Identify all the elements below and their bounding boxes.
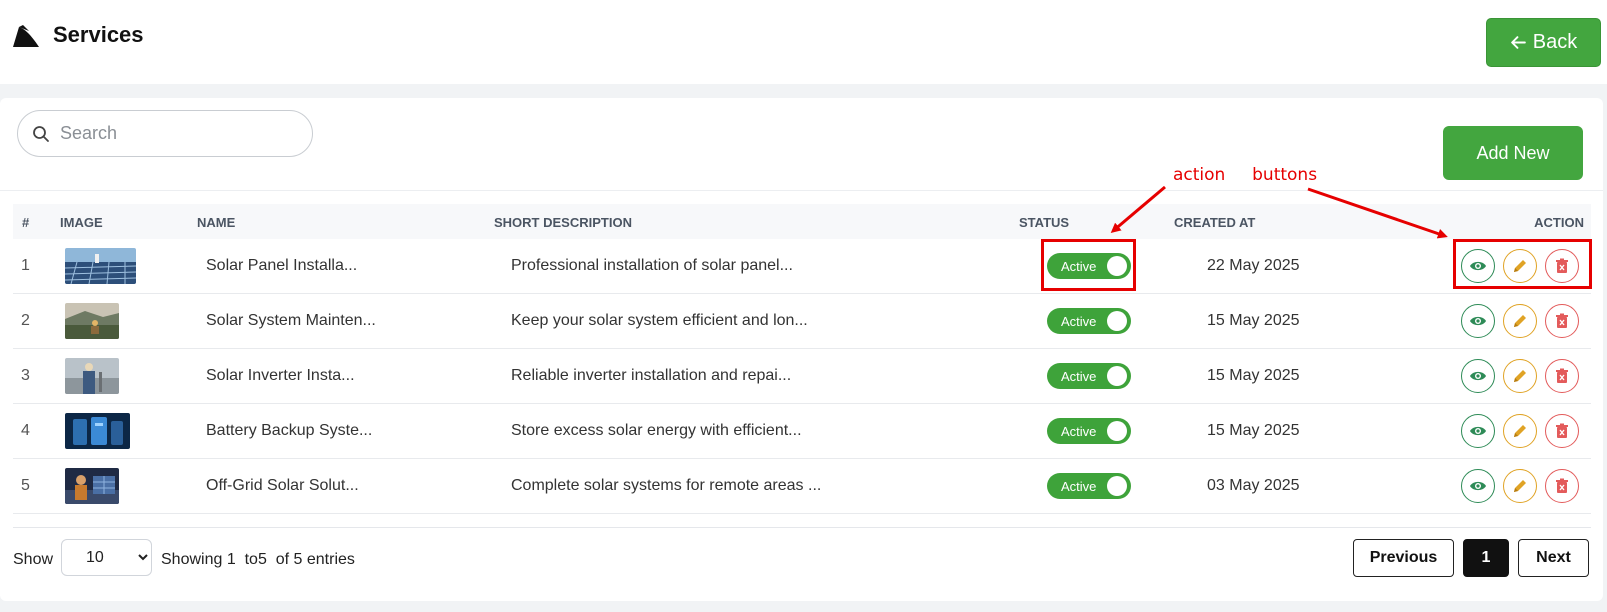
add-new-button[interactable]: Add New bbox=[1443, 126, 1583, 180]
service-name: Battery Backup Syste... bbox=[206, 422, 373, 439]
status-toggle[interactable]: Active bbox=[1047, 418, 1131, 444]
page-size-select[interactable]: 10 25 50 100 bbox=[61, 539, 152, 576]
edit-button[interactable] bbox=[1503, 469, 1537, 503]
column-header-action: ACTION bbox=[1534, 215, 1584, 230]
service-name: Solar System Mainten... bbox=[206, 312, 376, 329]
back-button[interactable]: Back bbox=[1486, 18, 1601, 67]
service-description: Professional installation of solar panel… bbox=[511, 257, 793, 274]
table-row: 5 Off-Grid Solar Solut... Complete solar… bbox=[13, 459, 1591, 514]
row-number: 2 bbox=[21, 312, 30, 329]
pencil-icon bbox=[1514, 315, 1526, 327]
top-bar: Services Back bbox=[0, 0, 1607, 84]
created-date: 15 May 2025 bbox=[1207, 367, 1300, 384]
service-name: Solar Panel Installa... bbox=[206, 257, 358, 274]
edit-button[interactable] bbox=[1503, 304, 1537, 338]
toggle-knob bbox=[1107, 311, 1127, 331]
service-description: Reliable inverter installation and repai… bbox=[511, 367, 792, 384]
status-toggle[interactable]: Active bbox=[1047, 473, 1131, 499]
pencil-icon bbox=[1514, 480, 1526, 492]
eye-icon bbox=[1470, 426, 1486, 436]
toggle-knob bbox=[1107, 366, 1127, 386]
column-header-name: NAME bbox=[197, 215, 236, 230]
row-number: 1 bbox=[21, 257, 30, 274]
status-toggle[interactable]: Active bbox=[1047, 308, 1131, 334]
shark-fin-logo-icon bbox=[13, 25, 39, 47]
trash-icon bbox=[1556, 368, 1568, 383]
pencil-icon bbox=[1514, 425, 1526, 437]
row-number: 4 bbox=[21, 422, 30, 439]
divider bbox=[0, 190, 1603, 191]
services-card: Add New # IMAGE NAME SHORT DESCRIPTION S… bbox=[0, 98, 1603, 601]
status-label: Active bbox=[1061, 479, 1097, 494]
toggle-knob bbox=[1107, 476, 1127, 496]
status-label: Active bbox=[1061, 314, 1097, 329]
delete-button[interactable] bbox=[1545, 414, 1579, 448]
view-button[interactable] bbox=[1461, 469, 1495, 503]
service-image-battery bbox=[65, 413, 130, 449]
service-name: Off-Grid Solar Solut... bbox=[206, 477, 359, 494]
edit-button[interactable] bbox=[1503, 359, 1537, 393]
service-description: Complete solar systems for remote areas … bbox=[511, 477, 822, 494]
service-name: Solar Inverter Insta... bbox=[206, 367, 355, 384]
row-number: 3 bbox=[21, 367, 30, 384]
table-row: 1 Solar Panel Installa... Professional i… bbox=[13, 239, 1591, 294]
page-title: Services bbox=[53, 22, 144, 47]
column-header-number: # bbox=[22, 215, 30, 230]
eye-icon bbox=[1470, 316, 1486, 326]
column-header-status: STATUS bbox=[1019, 215, 1070, 230]
divider bbox=[13, 527, 1591, 528]
status-label: Active bbox=[1061, 369, 1097, 384]
previous-page-button[interactable]: Previous bbox=[1353, 539, 1454, 577]
column-header-image: IMAGE bbox=[60, 215, 103, 230]
service-image-off-grid bbox=[65, 468, 119, 504]
eye-icon bbox=[1470, 371, 1486, 381]
status-label: Active bbox=[1061, 424, 1097, 439]
service-description: Keep your solar system efficient and lon… bbox=[511, 312, 808, 329]
show-label: Show bbox=[13, 551, 54, 568]
created-date: 03 May 2025 bbox=[1207, 477, 1300, 494]
trash-icon bbox=[1556, 478, 1568, 493]
trash-icon bbox=[1556, 423, 1568, 438]
service-image-maintenance bbox=[65, 303, 119, 339]
column-header-description: SHORT DESCRIPTION bbox=[494, 215, 632, 230]
view-button[interactable] bbox=[1461, 304, 1495, 338]
delete-button[interactable] bbox=[1545, 304, 1579, 338]
pencil-icon bbox=[1514, 370, 1526, 382]
delete-button[interactable] bbox=[1545, 469, 1579, 503]
service-image-solar-panels bbox=[65, 248, 136, 284]
table-row: 4 Battery Backup Syste... Store excess s… bbox=[13, 404, 1591, 459]
annotation-label: action buttons bbox=[1173, 165, 1318, 185]
edit-button[interactable] bbox=[1503, 414, 1537, 448]
arrow-left-icon bbox=[1510, 36, 1526, 49]
annotation-box-status bbox=[1041, 239, 1136, 291]
service-description: Store excess solar energy with efficient… bbox=[511, 422, 802, 439]
column-header-created-at: CREATED AT bbox=[1174, 215, 1256, 230]
status-toggle[interactable]: Active bbox=[1047, 363, 1131, 389]
toggle-knob bbox=[1107, 421, 1127, 441]
table-row: 3 Solar Inverter Insta... Reliable inver… bbox=[13, 349, 1591, 404]
entries-info: Showing 1 to5 of 5 entries bbox=[161, 551, 355, 568]
delete-button[interactable] bbox=[1545, 359, 1579, 393]
service-image-inverter bbox=[65, 358, 119, 394]
search-box[interactable] bbox=[17, 110, 313, 157]
row-number: 5 bbox=[21, 477, 30, 494]
created-date: 15 May 2025 bbox=[1207, 422, 1300, 439]
table-header: # IMAGE NAME SHORT DESCRIPTION STATUS CR… bbox=[13, 204, 1591, 239]
annotation-box-actions bbox=[1453, 239, 1592, 289]
table-row: 2 Solar System Mainten... Keep your sola… bbox=[13, 294, 1591, 349]
trash-icon bbox=[1556, 313, 1568, 328]
search-input[interactable] bbox=[60, 123, 300, 144]
back-button-label: Back bbox=[1532, 31, 1578, 53]
page-1-button[interactable]: 1 bbox=[1463, 539, 1509, 577]
created-date: 15 May 2025 bbox=[1207, 312, 1300, 329]
created-date: 22 May 2025 bbox=[1207, 257, 1300, 274]
next-page-button[interactable]: Next bbox=[1518, 539, 1589, 577]
view-button[interactable] bbox=[1461, 414, 1495, 448]
eye-icon bbox=[1470, 481, 1486, 491]
view-button[interactable] bbox=[1461, 359, 1495, 393]
search-icon bbox=[33, 125, 49, 142]
